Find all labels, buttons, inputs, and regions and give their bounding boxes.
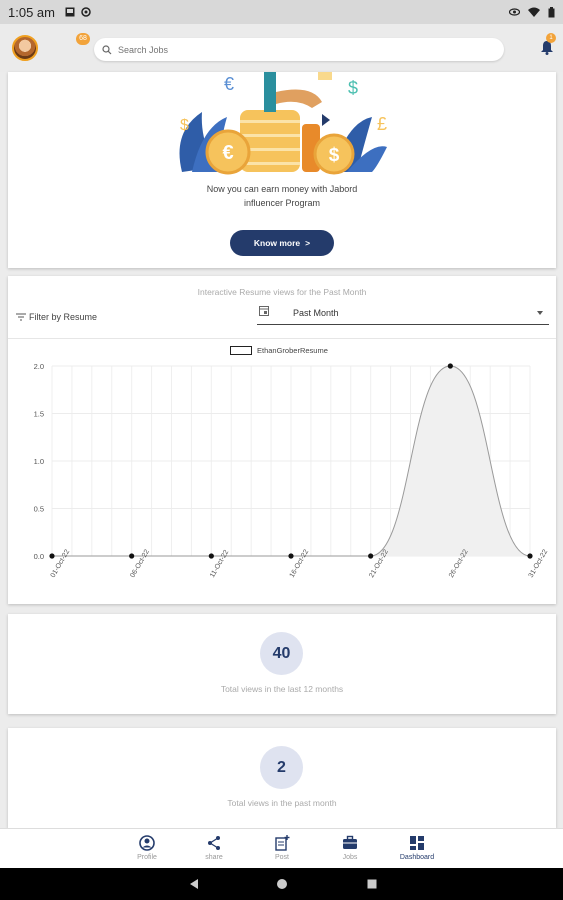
nav-post[interactable]: Post [252, 835, 312, 861]
data-point [527, 553, 533, 559]
search-bar[interactable] [94, 38, 504, 61]
promo-text: Now you can earn money with Jabord influ… [8, 182, 556, 210]
nav-label: share [205, 854, 223, 861]
data-point [49, 553, 55, 559]
system-nav-bar [0, 868, 563, 900]
know-more-label: Know more [253, 238, 301, 248]
nav-label: Post [274, 854, 289, 861]
svg-text:$: $ [329, 145, 340, 166]
svg-text:$: $ [180, 117, 189, 134]
y-tick-label: 2.0 [34, 362, 44, 371]
influencer-promo-card: € $ € $ $ £ Now you can earn money with … [8, 72, 556, 268]
x-tick-label: 01-Oct-22 [50, 548, 72, 579]
legend-label: EthanGroberResume [257, 346, 328, 355]
resume-views-chart-card: Interactive Resume views for the Past Mo… [8, 276, 556, 604]
nav-label: Jobs [342, 854, 358, 861]
y-tick-label: 0.0 [34, 552, 44, 561]
x-tick-label: 31-Oct-22 [528, 548, 550, 579]
dashboard-icon [410, 836, 424, 850]
chart-legend: EthanGroberResume [230, 346, 328, 355]
data-point [447, 363, 453, 369]
resume-views-chart: 0.0 0.5 1.0 1.5 2.0 01-Oct-22 06-Oct-22 11-Oct-… [34, 362, 550, 579]
y-tick-label: 1.0 [34, 457, 44, 466]
promo-illustration: € $ € $ $ £ [179, 72, 387, 175]
gallery-icon [65, 7, 75, 17]
bottom-navigation: Profile share Post Jobs Dashboard [0, 828, 563, 868]
briefcase-icon [343, 835, 357, 849]
stat-label: Total views in the past month [227, 798, 337, 808]
status-bar: 1:05 am [0, 0, 563, 24]
know-more-button[interactable]: Know more > [230, 230, 334, 256]
profile-icon [139, 835, 155, 851]
stat-value-badge: 40 [260, 632, 303, 675]
data-point [288, 553, 294, 559]
nav-dashboard[interactable]: Dashboard [387, 835, 447, 861]
avatar[interactable] [12, 35, 38, 61]
data-point [208, 553, 214, 559]
top-app-bar: 68 1 [0, 24, 563, 72]
recents-icon[interactable] [366, 878, 378, 890]
data-point [368, 553, 374, 559]
filter-by-resume[interactable]: Filter by Resume [16, 312, 97, 322]
filter-label: Filter by Resume [29, 312, 98, 322]
dropdown-value: Past Month [293, 308, 339, 318]
avatar-badge: 68 [76, 33, 90, 45]
stat-card-past-month: 2 Total views in the past month [8, 728, 556, 828]
dropdown-arrow-icon [537, 311, 543, 315]
y-tick-label: 1.5 [34, 410, 44, 419]
notification-badge: 1 [546, 33, 556, 43]
status-time: 1:05 am [8, 4, 55, 20]
sync-icon [81, 7, 91, 17]
nav-jobs[interactable]: Jobs [320, 835, 380, 861]
nav-label: Dashboard [399, 854, 435, 861]
nav-label: Profile [137, 854, 157, 861]
filter-icon [16, 313, 26, 321]
divider [8, 338, 556, 339]
data-point [129, 553, 135, 559]
svg-text:€: € [222, 142, 233, 164]
wifi-icon [528, 7, 540, 17]
home-icon[interactable] [276, 878, 288, 890]
svg-text:€: € [224, 74, 234, 94]
chevron-right-icon: > [305, 238, 311, 248]
stat-value-badge: 2 [260, 746, 303, 789]
promo-text-line2: influencer Program [243, 198, 321, 208]
x-tick-label: 16-Oct-22 [289, 548, 311, 579]
period-dropdown[interactable]: Past Month [257, 303, 549, 325]
svg-text:£: £ [377, 114, 387, 134]
battery-icon [548, 6, 555, 17]
stat-label: Total views in the last 12 months [220, 684, 344, 694]
nav-share[interactable]: share [184, 835, 244, 861]
back-icon[interactable] [188, 878, 200, 890]
search-input[interactable] [118, 44, 478, 55]
stat-card-12-months: 40 Total views in the last 12 months [8, 614, 556, 714]
svg-text:$: $ [348, 78, 358, 98]
calendar-icon [259, 306, 269, 316]
x-tick-label: 11-Oct-22 [209, 549, 230, 579]
eye-icon [509, 8, 520, 16]
x-tick-label: 06-Oct-22 [129, 548, 151, 579]
nav-profile[interactable]: Profile [117, 835, 177, 861]
legend-swatch [230, 346, 252, 355]
share-icon [208, 836, 220, 850]
promo-text-line1: Now you can earn money with Jabord [206, 184, 358, 194]
search-icon [102, 44, 112, 54]
chart-title: Interactive Resume views for the Past Mo… [197, 287, 367, 297]
y-tick-label: 0.5 [34, 505, 44, 514]
post-icon [275, 835, 290, 851]
